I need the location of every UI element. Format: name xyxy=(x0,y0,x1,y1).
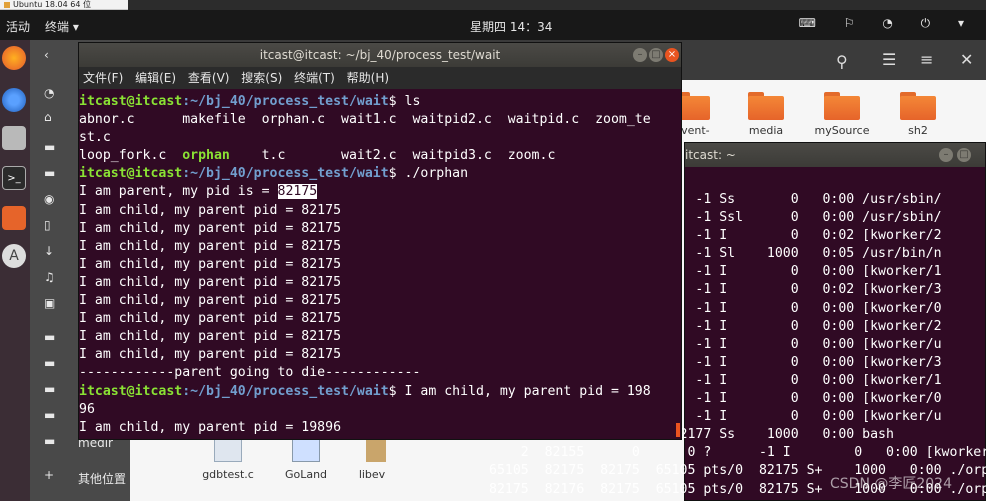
download-icon[interactable]: ↓ xyxy=(44,244,54,258)
output-line: I am child, my parent pid = 82175 xyxy=(79,329,342,345)
files-icon[interactable] xyxy=(2,126,26,150)
scrollbar[interactable] xyxy=(676,423,680,437)
menu-help[interactable]: 帮助(H) xyxy=(347,71,389,85)
camera-icon[interactable]: ◉ xyxy=(44,192,54,206)
terminal-window-back[interactable]: itcast: ~ – □ -1 Ss 0 0:00 /usr/sbin/ -1… xyxy=(489,142,986,501)
clock[interactable]: 星期四 14：34 xyxy=(470,18,552,35)
ls-output: abnor.c makefile orphan.c wait1.c waitpi… xyxy=(79,112,651,128)
trash-icon[interactable]: ▣ xyxy=(44,296,55,310)
update-icon[interactable]: A xyxy=(2,244,26,268)
window-title: itcast@itcast: ~/bj_40/process_test/wait xyxy=(259,48,501,62)
prompt-path: :~/bj_40/process_test/wait xyxy=(182,94,389,109)
file-name[interactable]: gdbtest.c xyxy=(188,468,268,481)
chromium-icon[interactable] xyxy=(2,88,26,112)
ps-row: 2 82155 0 0 ? -1 I 0 0:00 [kworker/u xyxy=(489,445,986,461)
terminal-menubar: 文件(F) 编辑(E) 查看(V) 搜索(S) 终端(T) 帮助(H) xyxy=(79,67,681,89)
app-menu[interactable]: 终端 ▾ xyxy=(45,18,79,35)
minimize-button[interactable]: – xyxy=(633,48,647,62)
prompt-path: :~/bj_40/process_test/wait xyxy=(182,166,389,182)
folder-icon[interactable]: ▬ xyxy=(44,382,55,396)
output-line: I am child, my parent pid = 82175 xyxy=(79,293,342,309)
folder-icon[interactable] xyxy=(900,92,936,120)
ls-output: loop_fork.c xyxy=(79,148,183,164)
command: ls xyxy=(404,94,421,109)
terminal-titlebar[interactable]: itcast@itcast: ~/bj_40/process_test/wait xyxy=(79,43,681,67)
menu-icon[interactable]: ≡ xyxy=(920,50,933,69)
plus-icon[interactable]: + xyxy=(44,468,54,482)
system-tray[interactable]: ⌨ ⚐ ◔ ⏻ ▾ xyxy=(799,16,976,31)
folder-icon[interactable]: ▬ xyxy=(44,434,55,448)
output-line: I am child, my parent pid = 82175 xyxy=(79,274,342,290)
output-line: I am child, my parent pid = 82175 xyxy=(79,238,342,254)
command: ./orphan xyxy=(404,166,469,182)
ls-executable: orphan xyxy=(182,148,230,164)
menu-terminal[interactable]: 终端(T) xyxy=(294,71,335,85)
prompt-user: itcast@itcast xyxy=(79,383,183,399)
output-line: I am parent, my pid is = xyxy=(79,184,278,200)
window-title: itcast: ~ xyxy=(685,148,736,162)
prompt-path: :~/bj_40/process_test/wait xyxy=(182,383,389,399)
folder-name[interactable]: sh2 xyxy=(878,124,958,137)
folder-icon[interactable]: ▬ xyxy=(44,356,55,370)
terminal-window-front[interactable]: itcast@itcast: ~/bj_40/process_test/wait… xyxy=(78,42,682,440)
close-button[interactable]: × xyxy=(665,48,679,62)
file-name[interactable]: libev xyxy=(342,468,402,481)
folder-icon[interactable]: ▬ xyxy=(44,166,55,180)
minimize-button[interactable]: – xyxy=(939,148,953,162)
folder-icon[interactable] xyxy=(824,92,860,120)
clock-icon[interactable]: ◔ xyxy=(44,86,54,100)
prompt-user: itcast@itcast xyxy=(79,94,183,109)
terminal-output[interactable]: itcast@itcast:~/bj_40/process_test/wait$… xyxy=(79,93,651,437)
maximize-button[interactable]: □ xyxy=(957,148,971,162)
output-line: I am child, my parent pid = 82175 xyxy=(79,220,342,236)
prompt-user: itcast@itcast xyxy=(79,166,183,182)
output-line: I am child, my parent pid = 19896 xyxy=(79,419,342,435)
host-window-title: Ubuntu 18.04 64 位 xyxy=(0,0,128,10)
view-options-icon[interactable]: ☰ xyxy=(882,50,896,69)
terminal-icon[interactable]: >_ xyxy=(2,166,26,190)
search-icon[interactable]: ⚲ xyxy=(836,52,848,71)
maximize-button[interactable]: □ xyxy=(649,48,663,62)
sidebar-label-other[interactable]: 其他位置 xyxy=(78,470,126,487)
folder-name[interactable]: media xyxy=(726,124,806,137)
music-icon[interactable]: ♫ xyxy=(44,270,55,284)
firefox-icon[interactable] xyxy=(2,46,26,70)
output-line: I am child, my parent pid = 82175 xyxy=(79,311,342,327)
output-line: ------------parent going to die---------… xyxy=(79,365,421,381)
file-name[interactable]: GoLand xyxy=(266,468,346,481)
watermark: CSDN @李匠2024 xyxy=(830,476,952,492)
folder-icon[interactable]: ▬ xyxy=(44,408,55,422)
document-icon[interactable]: ▯ xyxy=(44,218,51,232)
top-bar: 活动 终端 ▾ 星期四 14：34 ⌨ ⚐ ◔ ⏻ ▾ xyxy=(0,10,986,40)
menu-file[interactable]: 文件(F) xyxy=(83,71,123,85)
menu-edit[interactable]: 编辑(E) xyxy=(135,71,176,85)
software-icon[interactable] xyxy=(2,206,26,230)
output-line: 96 xyxy=(79,401,95,417)
folder-name[interactable]: mySource xyxy=(802,124,882,137)
output-line: I am child, my parent pid = 198 xyxy=(404,383,651,399)
folder-icon[interactable]: ▬ xyxy=(44,330,55,344)
home-icon[interactable]: ⌂ xyxy=(44,110,52,124)
dock: >_ A xyxy=(0,40,30,501)
activities-button[interactable]: 活动 xyxy=(6,18,30,35)
close-icon[interactable]: ✕ xyxy=(960,50,973,69)
back-icon[interactable]: ‹ xyxy=(44,48,49,62)
folder-icon[interactable] xyxy=(748,92,784,120)
menu-view[interactable]: 查看(V) xyxy=(188,71,230,85)
menu-search[interactable]: 搜索(S) xyxy=(241,71,282,85)
output-line: I am child, my parent pid = 82175 xyxy=(79,347,342,363)
host-title-text: Ubuntu 18.04 64 位 xyxy=(13,0,91,9)
ls-output: st.c xyxy=(79,130,111,146)
vm-icon xyxy=(4,1,10,8)
ls-output: t.c wait2.c waitpid3.c zoom.c xyxy=(229,148,556,164)
output-line: I am child, my parent pid = 82175 xyxy=(79,256,342,272)
selected-text: 82175 xyxy=(277,184,318,200)
output-line: I am child, my parent pid = 82175 xyxy=(79,202,342,218)
folder-icon[interactable]: ▬ xyxy=(44,140,55,154)
